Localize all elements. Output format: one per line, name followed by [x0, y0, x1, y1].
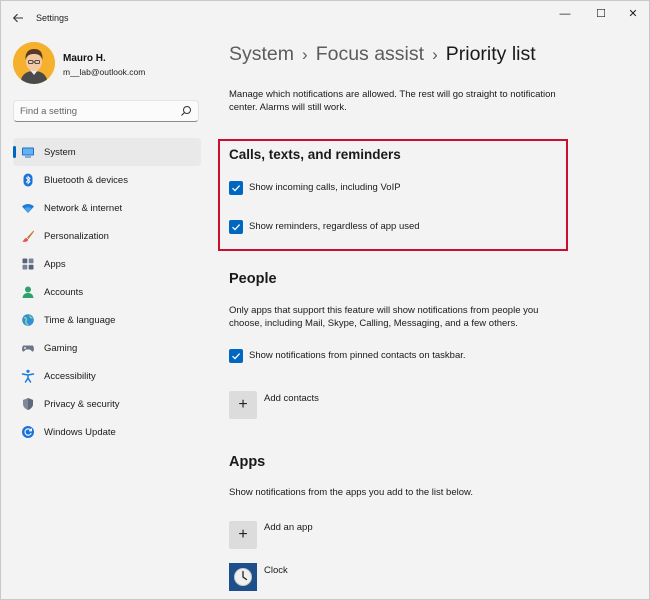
accounts-icon: [22, 286, 34, 298]
sidebar-item-label: Accessibility: [44, 371, 96, 382]
add-app-label[interactable]: Add an app: [264, 522, 313, 533]
settings-window: Settings — ☐ ✕ Mauro H. m__lab@outlook.c…: [0, 0, 650, 600]
sidebar-item-label: Windows Update: [44, 427, 116, 438]
sidebar-item-label: Bluetooth & devices: [44, 175, 128, 186]
shield-icon: [23, 398, 33, 410]
system-icon: [22, 147, 34, 158]
bluetooth-icon: [23, 173, 33, 187]
checkbox-label: Show reminders, regardless of app used: [249, 221, 420, 232]
title-bar: Settings — ☐ ✕: [1, 1, 649, 35]
add-contacts-label[interactable]: Add contacts: [264, 393, 319, 404]
checkbox-pinned-contacts[interactable]: [229, 349, 243, 363]
checkbox-calls[interactable]: [229, 181, 243, 195]
window-title: Settings: [36, 13, 69, 23]
search-box[interactable]: [13, 100, 199, 122]
breadcrumb: System › Focus assist › Priority list: [229, 43, 536, 66]
back-arrow-icon: [12, 13, 23, 23]
checkbox-reminders[interactable]: [229, 220, 243, 234]
sidebar-item-system[interactable]: System: [13, 138, 201, 166]
people-description: Only apps that support this feature will…: [229, 305, 539, 329]
sidebar-item-windows-update[interactable]: Windows Update: [13, 418, 201, 446]
sidebar-nav: System Bluetooth & devices Network & int…: [13, 138, 201, 446]
avatar-image: [13, 42, 55, 84]
apps-description: Show notifications from the apps you add…: [229, 487, 473, 498]
update-icon: [22, 426, 34, 438]
brush-icon: [22, 230, 34, 242]
breadcrumb-separator: ›: [432, 45, 438, 64]
sidebar-item-personalization[interactable]: Personalization: [13, 222, 201, 250]
checkbox-label: Show incoming calls, including VoIP: [249, 182, 401, 193]
sidebar-item-label: Gaming: [44, 343, 78, 354]
breadcrumb-focus-assist[interactable]: Focus assist: [316, 43, 424, 65]
app-item-clock[interactable]: [229, 563, 257, 591]
back-button[interactable]: [9, 9, 27, 27]
accessibility-icon: [21, 369, 35, 383]
maximize-button[interactable]: ☐: [589, 5, 613, 23]
globe-icon: [22, 314, 34, 326]
breadcrumb-system[interactable]: System: [229, 43, 294, 65]
sidebar-item-label: Time & language: [44, 315, 116, 326]
apps-icon: [22, 258, 34, 270]
search-icon[interactable]: [180, 105, 192, 117]
checkmark-icon: [232, 185, 241, 192]
sidebar-item-privacy-security[interactable]: Privacy & security: [13, 390, 201, 418]
sidebar-item-label: Network & internet: [44, 203, 123, 214]
sidebar-item-label: Privacy & security: [44, 399, 120, 410]
sidebar-item-label: System: [44, 147, 76, 158]
sidebar-item-label: Accounts: [44, 287, 84, 298]
breadcrumb-separator: ›: [302, 45, 308, 64]
intro-text: Manage which notifications are allowed. …: [229, 89, 556, 113]
checkbox-label: Show notifications from pinned contacts …: [249, 350, 466, 361]
sidebar-item-bluetooth[interactable]: Bluetooth & devices: [13, 166, 201, 194]
app-item-label: Clock: [264, 565, 288, 576]
checkmark-icon: [232, 353, 241, 360]
close-button[interactable]: ✕: [621, 5, 645, 23]
sidebar-item-label: Personalization: [44, 231, 109, 242]
sidebar-item-apps[interactable]: Apps: [13, 250, 201, 278]
user-name: Mauro H.: [63, 53, 106, 64]
section-title-calls: Calls, texts, and reminders: [229, 147, 401, 162]
page-title: Priority list: [445, 43, 536, 65]
checkmark-icon: [232, 224, 241, 231]
add-app-button[interactable]: +: [229, 521, 257, 549]
sidebar-item-accessibility[interactable]: Accessibility: [13, 362, 201, 390]
sidebar-item-label: Apps: [44, 259, 66, 270]
minimize-button[interactable]: —: [553, 5, 577, 23]
user-email: m__lab@outlook.com: [63, 67, 146, 77]
clock-icon: [229, 563, 257, 591]
gaming-icon: [22, 345, 34, 352]
sidebar-item-gaming[interactable]: Gaming: [13, 334, 201, 362]
add-contacts-button[interactable]: +: [229, 391, 257, 419]
sidebar-item-network[interactable]: Network & internet: [13, 194, 201, 222]
section-title-people: People: [229, 271, 277, 287]
avatar[interactable]: [13, 42, 55, 84]
wifi-icon: [22, 204, 34, 213]
search-input[interactable]: [20, 101, 180, 121]
section-title-apps: Apps: [229, 454, 266, 470]
sidebar-item-time-language[interactable]: Time & language: [13, 306, 201, 334]
sidebar-item-accounts[interactable]: Accounts: [13, 278, 201, 306]
